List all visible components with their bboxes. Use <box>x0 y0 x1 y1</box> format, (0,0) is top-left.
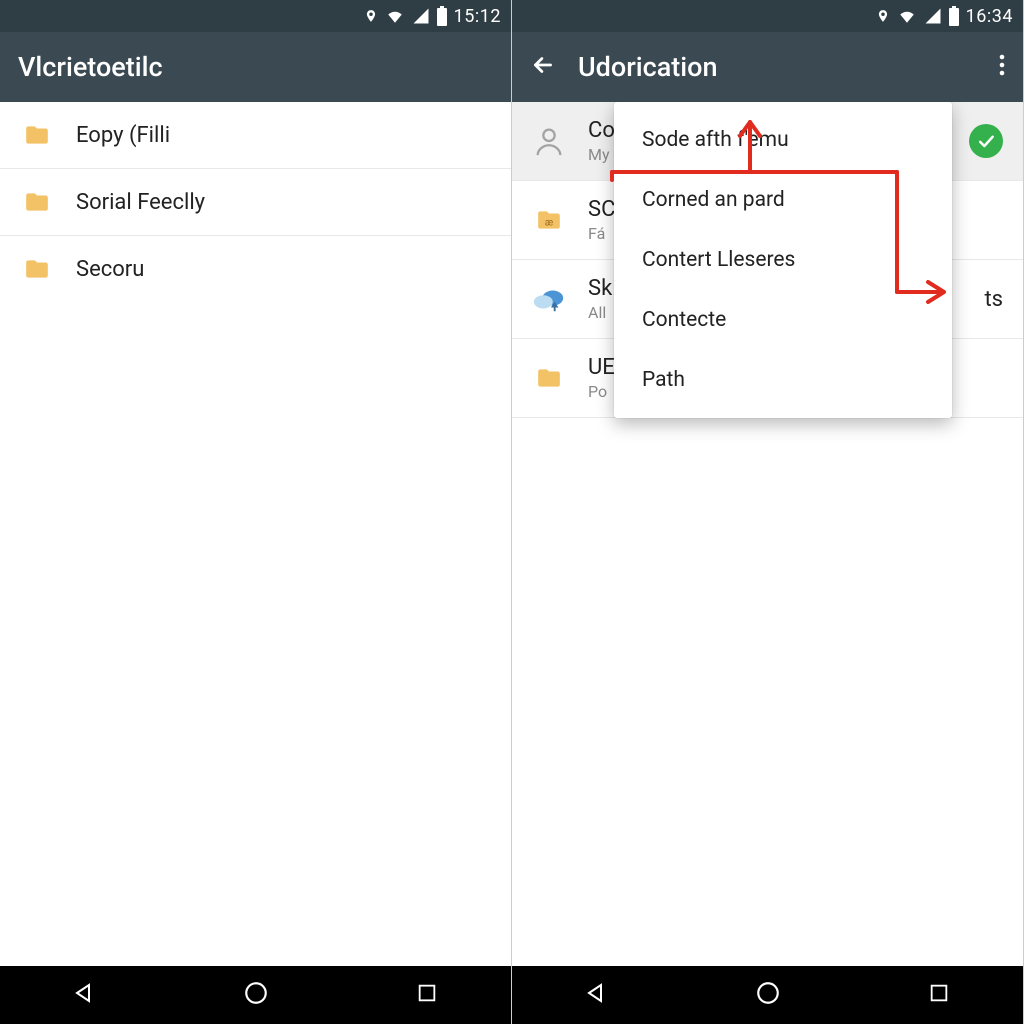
nav-recent-icon[interactable] <box>386 972 468 1018</box>
svg-text:æ: æ <box>545 217 553 228</box>
nav-back-icon[interactable] <box>555 971 639 1019</box>
menu-item[interactable]: Sode afth f'emu <box>614 110 952 170</box>
battery-icon <box>436 6 448 26</box>
nav-home-icon[interactable] <box>725 970 811 1020</box>
cloud-icon <box>532 282 566 316</box>
folder-icon <box>532 361 566 395</box>
nav-bar <box>0 966 511 1024</box>
signal-icon <box>412 7 430 25</box>
location-icon <box>364 7 378 25</box>
right-screenshot: 16:34 Udorication Co My æ <box>512 0 1024 1024</box>
app-title: Vlcrietoetilc <box>18 51 493 83</box>
overflow-menu-icon[interactable] <box>999 53 1005 81</box>
battery-icon <box>948 6 960 26</box>
nav-back-icon[interactable] <box>43 971 127 1019</box>
person-icon <box>532 124 566 158</box>
item-sublabel: Fá <box>588 224 615 243</box>
selected-check-icon <box>969 124 1003 158</box>
item-label: SC <box>588 197 615 222</box>
status-bar: 16:34 <box>512 0 1023 32</box>
item-label: UE <box>588 355 615 380</box>
item-label: Sk <box>588 276 612 301</box>
list-item[interactable]: Sorial Feeclly <box>0 169 511 236</box>
back-arrow-icon[interactable] <box>530 52 556 82</box>
menu-item[interactable]: Corned an pard <box>614 170 952 230</box>
menu-item[interactable]: Path <box>614 350 952 410</box>
location-icon <box>876 7 890 25</box>
left-screenshot: 15:12 Vlcrietoetilc Eopy (Filli Sorial F… <box>0 0 512 1024</box>
item-sublabel: My <box>588 145 615 164</box>
signal-icon <box>924 7 942 25</box>
app-bar: Vlcrietoetilc <box>0 32 511 102</box>
app-bar: Udorication <box>512 32 1023 102</box>
app-title: Udorication <box>578 51 977 83</box>
item-label: Eopy (Filli <box>76 123 170 148</box>
status-bar: 15:12 <box>0 0 511 32</box>
folder-icon: æ <box>532 203 566 237</box>
nav-bar <box>512 966 1023 1024</box>
context-menu: Sode afth f'emu Corned an pard Contert L… <box>614 102 952 418</box>
item-label: Co <box>588 118 615 143</box>
item-label: Sorial Feeclly <box>76 190 205 215</box>
nav-home-icon[interactable] <box>213 970 299 1020</box>
wifi-icon <box>384 7 406 25</box>
folder-icon <box>20 252 54 286</box>
wifi-icon <box>896 7 918 25</box>
menu-item[interactable]: Contert Lleseres <box>614 230 952 290</box>
list-item[interactable]: Secoru <box>0 236 511 302</box>
folder-icon <box>20 118 54 152</box>
clock-text: 15:12 <box>454 6 501 27</box>
content-area: Co My æ SC Fá Sk All ts <box>512 102 1023 966</box>
item-trail-text: ts <box>984 287 1003 312</box>
item-sublabel: Po <box>588 382 615 401</box>
menu-item[interactable]: Contecte <box>614 290 952 350</box>
item-sublabel: All <box>588 303 612 322</box>
content-area: Eopy (Filli Sorial Feeclly Secoru <box>0 102 511 966</box>
list-item[interactable]: Eopy (Filli <box>0 102 511 169</box>
nav-recent-icon[interactable] <box>898 972 980 1018</box>
clock-text: 16:34 <box>966 6 1013 27</box>
item-label: Secoru <box>76 257 144 282</box>
folder-icon <box>20 185 54 219</box>
